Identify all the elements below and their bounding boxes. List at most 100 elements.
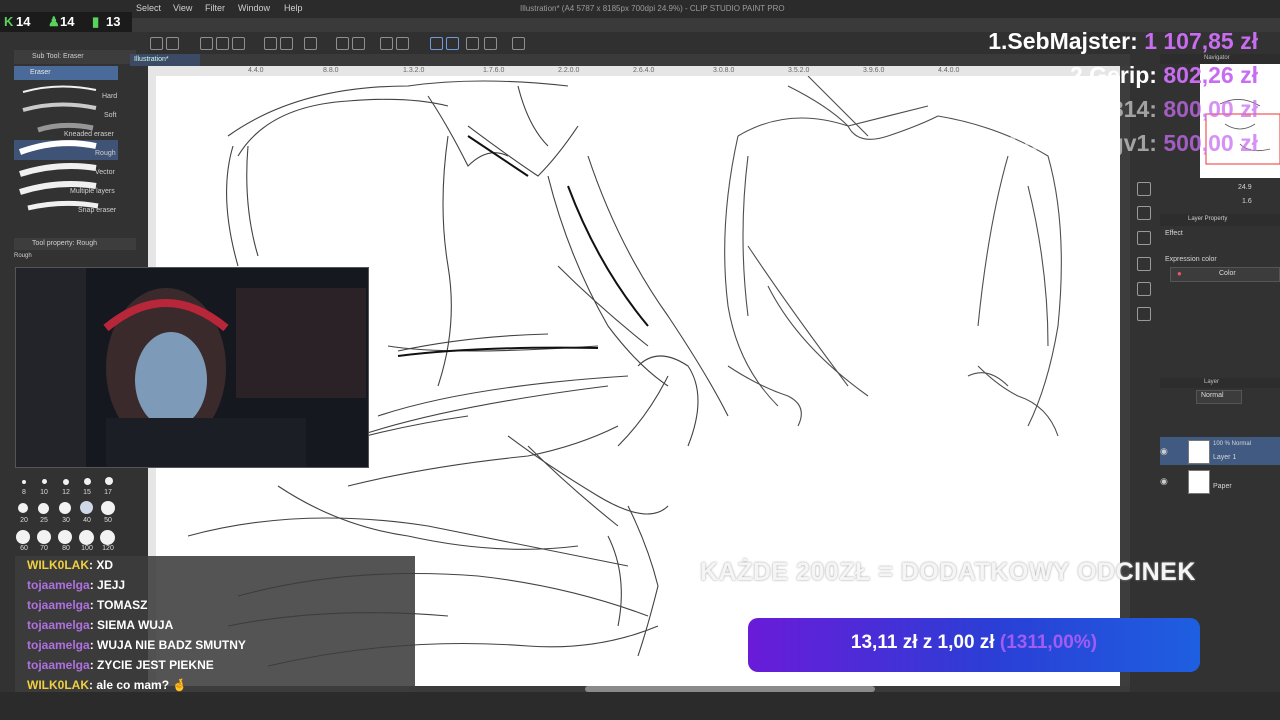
menu-select[interactable]: Select	[136, 3, 161, 13]
layer1-info: 100 % Normal	[1213, 441, 1252, 447]
size-100[interactable]: 100	[78, 545, 96, 552]
eraser-tab-label: Eraser	[30, 69, 51, 76]
pen-icon[interactable]	[466, 37, 479, 50]
grid-icon[interactable]	[380, 37, 393, 50]
eye-icon[interactable]: ◉	[1160, 476, 1168, 486]
stream-stats: K 14 ♟ 14 ▮ 13	[0, 12, 132, 32]
size-20[interactable]: 20	[15, 517, 33, 524]
status-bar	[0, 692, 1280, 720]
brush-icon[interactable]	[1137, 231, 1151, 245]
size-dot[interactable]	[42, 479, 47, 484]
copy-icon[interactable]	[216, 37, 229, 50]
menu-view[interactable]: View	[173, 3, 192, 13]
fill-icon[interactable]	[336, 37, 349, 50]
eye-icon[interactable]: ◉	[1160, 446, 1168, 456]
size-dot[interactable]	[63, 479, 69, 485]
size-10[interactable]: 10	[35, 489, 53, 496]
subtool-header-label: Sub Tool: Eraser	[32, 53, 84, 60]
snap-icon[interactable]	[446, 37, 459, 50]
size-dot[interactable]	[84, 478, 91, 485]
donor-rank: 4.	[1004, 130, 1025, 156]
layer-row-paper[interactable]	[1160, 467, 1280, 495]
stabilizer-icon[interactable]	[430, 37, 443, 50]
size-dot[interactable]	[16, 530, 30, 544]
brush-soft[interactable]: Soft	[104, 112, 116, 119]
print-icon[interactable]	[232, 37, 245, 50]
size-dot[interactable]	[38, 503, 49, 514]
size-50[interactable]: 50	[99, 517, 117, 524]
vertical-scrollbar[interactable]	[1120, 66, 1130, 686]
ruler-icon[interactable]	[396, 37, 409, 50]
brush-snap[interactable]: Snap eraser	[78, 207, 116, 214]
size-dot[interactable]	[100, 530, 115, 545]
size-dot[interactable]	[18, 503, 28, 513]
edit-icon[interactable]	[150, 37, 163, 50]
zoom-value[interactable]: 24.9	[1238, 184, 1252, 191]
color-swatch-icon: ●	[1177, 269, 1182, 278]
size-25[interactable]: 25	[35, 517, 53, 524]
size-80[interactable]: 80	[57, 545, 75, 552]
size-120[interactable]: 120	[99, 545, 117, 552]
blend-mode-select[interactable]: Normal	[1196, 390, 1242, 404]
goal-target: 1,00 zł	[937, 632, 995, 653]
donor-amount: 1 107,85 zł	[1144, 28, 1258, 54]
transform-icon[interactable]	[352, 37, 365, 50]
horizontal-scrollbar[interactable]	[585, 686, 875, 692]
chat-username: tojaamelga	[27, 578, 90, 592]
brush-kneaded[interactable]: Kneaded eraser	[64, 131, 114, 138]
expression-color-select[interactable]: ● Color	[1170, 267, 1280, 282]
color-icon[interactable]	[1137, 257, 1151, 271]
settings-icon[interactable]	[484, 37, 497, 50]
ruler-mark: 3.0.8.0	[713, 67, 735, 74]
size-dot[interactable]	[79, 530, 94, 545]
size-60[interactable]: 60	[15, 545, 33, 552]
chat-overlay: WILK0LAK: XD tojaamelga: JEJJ tojaamelga…	[15, 556, 415, 701]
save-icon[interactable]	[166, 37, 179, 50]
chat-text: ZYCIE JEST PIEKNE	[97, 658, 214, 672]
size-dot[interactable]	[59, 502, 71, 514]
layers-icon[interactable]	[1137, 182, 1151, 196]
size-dot[interactable]	[58, 530, 72, 544]
size-8[interactable]: 8	[15, 489, 33, 496]
canvas-tab[interactable]: Illustration*	[130, 54, 200, 66]
donor-3: 3.meti314: 800,00 zł	[1044, 96, 1258, 123]
new-icon[interactable]	[200, 37, 213, 50]
chat-message: tojaamelga: WUJA NIE BADZ SMUTNY	[27, 638, 246, 652]
size-70[interactable]: 70	[35, 545, 53, 552]
size-17[interactable]: 17	[99, 489, 117, 496]
eraser-tab[interactable]: Eraser	[14, 66, 118, 80]
property-icon[interactable]	[1137, 206, 1151, 220]
size-12[interactable]: 12	[57, 489, 75, 496]
expression-color-label: Expression color	[1165, 256, 1217, 263]
size-40[interactable]: 40	[78, 517, 96, 524]
goal-separator: z	[922, 632, 933, 653]
chat-message: tojaamelga: TOMASZ	[27, 598, 148, 612]
menu-help[interactable]: Help	[284, 3, 303, 13]
donor-rank: 3.	[1044, 96, 1064, 122]
menu-filter[interactable]: Filter	[205, 3, 225, 13]
brush-rough[interactable]: Rough	[95, 150, 116, 157]
donor-name: dasztangv1:	[1024, 130, 1157, 156]
paper-name: Paper	[1213, 483, 1232, 490]
blend-mode-value: Normal	[1201, 392, 1224, 399]
size-dot[interactable]	[105, 477, 113, 485]
size-dot-selected[interactable]	[80, 501, 93, 514]
size-15[interactable]: 15	[78, 489, 96, 496]
history-icon[interactable]	[1137, 282, 1151, 296]
top-ruler: 4.4.0 8.8.0 1.3.2.0 1.7.6.0 2.2.0.0 2.6.…	[148, 66, 1120, 76]
redo-icon[interactable]	[280, 37, 293, 50]
brush-hard[interactable]: Hard	[102, 93, 117, 100]
rotation-value[interactable]: 1.6	[1242, 198, 1252, 205]
size-dot[interactable]	[101, 501, 115, 515]
brush-vector[interactable]: Vector	[95, 169, 115, 176]
hard-stroke	[22, 85, 97, 93]
material-icon[interactable]	[1137, 307, 1151, 321]
size-dot[interactable]	[22, 480, 26, 484]
menu-window[interactable]: Window	[238, 3, 270, 13]
size-dot[interactable]	[37, 530, 51, 544]
brush-multiple[interactable]: Multiple layers	[70, 188, 115, 195]
undo-icon[interactable]	[264, 37, 277, 50]
size-30[interactable]: 30	[57, 517, 75, 524]
link-icon[interactable]	[512, 37, 525, 50]
loading-icon[interactable]	[304, 37, 317, 50]
